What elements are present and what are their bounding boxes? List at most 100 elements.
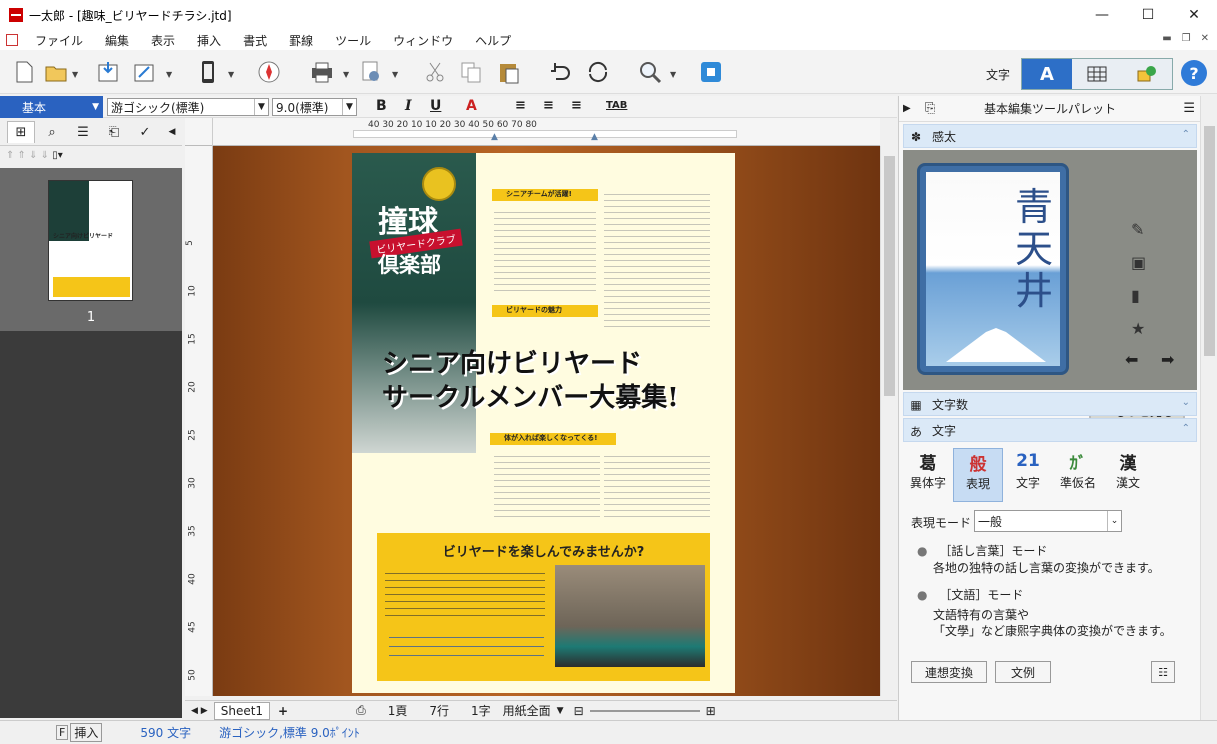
menu-format[interactable]: 書式 <box>232 32 278 49</box>
sheet-tab[interactable]: Sheet1 <box>213 701 271 720</box>
style-label: 基本 <box>22 100 47 115</box>
search-tab-icon[interactable]: ⌕ <box>38 121 66 143</box>
prev-arrow-icon[interactable]: ⬅ <box>1125 350 1138 369</box>
open-folder-icon[interactable] <box>42 58 70 86</box>
tab-button[interactable]: TAB <box>606 100 627 111</box>
table-mode-button[interactable] <box>1072 59 1122 89</box>
mdi-close-icon[interactable]: ✕ <box>1201 33 1209 44</box>
menu-help[interactable]: ヘルプ <box>464 32 522 49</box>
document-workspace[interactable]: 撞球 ビリヤードクラブ 倶楽部 シニアチームが活躍! ビリヤードの魅力 シニア向… <box>213 146 880 696</box>
cut-icon[interactable] <box>421 58 449 86</box>
sheet-prev-icon[interactable]: ◀ ▶ <box>191 706 208 716</box>
menu-window[interactable]: ウィンドウ <box>382 32 464 49</box>
zoom-icon[interactable] <box>636 58 664 86</box>
kana-tool[interactable]: ｶﾞ 準仮名 <box>1053 448 1103 502</box>
minimize-button[interactable]: — <box>1079 0 1125 30</box>
zoom-in-icon[interactable]: ⊞ <box>706 704 716 718</box>
text-mode-button[interactable]: A <box>1022 59 1072 89</box>
insert-mode-indicator[interactable]: 挿入 <box>70 723 103 742</box>
device-icon[interactable] <box>194 58 222 86</box>
palette-menu-icon[interactable]: ☰ <box>1183 101 1195 116</box>
new-document-icon[interactable] <box>10 58 38 86</box>
palette-scroll-thumb[interactable] <box>1204 126 1215 356</box>
puzzle-icon[interactable] <box>697 58 725 86</box>
align-right-icon[interactable]: ≡ <box>571 98 582 113</box>
print-preview-icon[interactable]: ⎙ <box>356 703 366 718</box>
kanbun-tool[interactable]: 漢漢文 <box>1103 448 1153 502</box>
help-button[interactable]: ? <box>1181 60 1207 86</box>
mdi-minimize-icon[interactable]: ▬ <box>1162 33 1171 44</box>
horizontal-ruler[interactable]: 40 30 20 10 10 20 30 40 50 60 70 80 ▲ ▲ <box>185 118 880 146</box>
menu-insert[interactable]: 挿入 <box>186 32 232 49</box>
redo-icon[interactable] <box>584 58 612 86</box>
wordcount-label: 文字数 <box>932 397 969 412</box>
mode-select[interactable]: 一般 ⌄ <box>974 510 1122 532</box>
char-tool[interactable]: 21 文字 <box>1003 448 1053 502</box>
wordcount-section-header[interactable]: ▦ 文字数 ⌄ <box>903 392 1197 416</box>
compass-icon[interactable] <box>255 58 283 86</box>
copy-icon[interactable] <box>457 58 485 86</box>
kanta-section-header[interactable]: ✽ 感太 ⌃ <box>903 124 1197 148</box>
font-size-select[interactable]: 9.0(標準) ▼ <box>272 98 357 116</box>
image-icon[interactable]: ▣ <box>1131 253 1146 272</box>
menu-tools[interactable]: ツール <box>324 32 382 49</box>
zoom-out-icon[interactable]: ⊟ <box>574 704 584 718</box>
save-icon[interactable] <box>94 58 122 86</box>
document-page[interactable]: 撞球 ビリヤードクラブ 倶楽部 シニアチームが活躍! ビリヤードの魅力 シニア向… <box>352 153 735 693</box>
scroll-thumb[interactable] <box>884 156 895 396</box>
italic-button[interactable]: I <box>405 98 412 114</box>
document-vertical-scrollbar[interactable] <box>880 146 897 696</box>
style-selector[interactable]: 基本 ▼ <box>0 96 103 118</box>
example-button[interactable]: 文例 <box>995 661 1051 683</box>
app-icon[interactable] <box>9 8 23 22</box>
underline-button[interactable]: U <box>430 98 441 114</box>
settings-icon[interactable] <box>357 58 385 86</box>
palette-doc-icon[interactable]: ⎘ <box>925 101 935 116</box>
options-icon[interactable]: ☷ <box>1151 661 1175 683</box>
menu-rules[interactable]: 罫線 <box>278 32 324 49</box>
zoom-slider[interactable] <box>589 709 700 712</box>
save-as-icon[interactable] <box>130 58 158 86</box>
menu-view[interactable]: 表示 <box>140 32 186 49</box>
expression-tool[interactable]: 般表現 <box>953 448 1003 502</box>
text-color-icon[interactable]: A <box>466 98 477 114</box>
variant-char-tool[interactable]: 葛異体字 <box>903 448 953 502</box>
align-center-icon[interactable]: ≡ <box>543 98 554 113</box>
associative-convert-button[interactable]: 連想変換 <box>911 661 987 683</box>
draw-mode-button[interactable] <box>1122 59 1172 89</box>
moji-a-icon: あ <box>909 424 922 439</box>
outline-tab-icon[interactable]: ☰ <box>69 121 97 143</box>
menu-edit[interactable]: 編集 <box>94 32 140 49</box>
next-arrow-icon[interactable]: ➡ <box>1161 350 1174 369</box>
zoom-mode[interactable]: 用紙全面 <box>503 702 551 719</box>
kanta-icon: ✽ <box>910 130 922 144</box>
undo-icon[interactable] <box>546 58 574 86</box>
menu-file[interactable]: ファイル <box>24 32 94 49</box>
star-icon[interactable]: ★ <box>1131 319 1146 338</box>
vertical-ruler[interactable]: 5 10 15 20 25 30 35 40 45 50 <box>185 146 213 696</box>
bookmark-tab-icon[interactable]: ⎗ <box>100 121 128 143</box>
font-select[interactable]: 游ゴシック(標準) ▼ <box>107 98 269 116</box>
palette-expand-icon[interactable]: ▶ <box>903 103 911 114</box>
palette-scrollbar[interactable] <box>1200 96 1217 720</box>
maximize-button[interactable]: ☐ <box>1125 0 1171 30</box>
word-card[interactable]: 青天井 <box>917 163 1069 375</box>
add-sheet-icon[interactable]: + <box>278 704 288 718</box>
page-thumbnail[interactable]: シニア向けビリヤード <box>48 180 133 301</box>
bold-button[interactable]: B <box>376 98 387 114</box>
paste-icon[interactable] <box>495 58 523 86</box>
align-left-icon[interactable]: ≡ <box>515 98 526 113</box>
palette-title: 基本編集ツールパレット <box>983 102 1116 116</box>
document-icon[interactable] <box>6 34 18 46</box>
mode-value: 一般 <box>978 514 1003 529</box>
check-tab-icon[interactable]: ✓ <box>131 121 159 143</box>
thumbnail-tab-icon[interactable]: ⊞ <box>7 121 35 143</box>
moji-section-header[interactable]: あ 文字 ⌃ <box>903 418 1197 442</box>
collapse-icon[interactable]: ◀ <box>158 121 186 143</box>
print-icon[interactable] <box>308 58 336 86</box>
mdi-restore-icon[interactable]: ❐ <box>1182 33 1191 44</box>
notebook-icon[interactable]: ▮ <box>1131 286 1146 305</box>
menu-bar: ファイル 編集 表示 挿入 書式 罫線 ツール ウィンドウ ヘルプ <box>0 30 1217 50</box>
pencil-icon[interactable]: ✎ <box>1131 220 1146 239</box>
close-button[interactable]: ✕ <box>1171 0 1217 30</box>
